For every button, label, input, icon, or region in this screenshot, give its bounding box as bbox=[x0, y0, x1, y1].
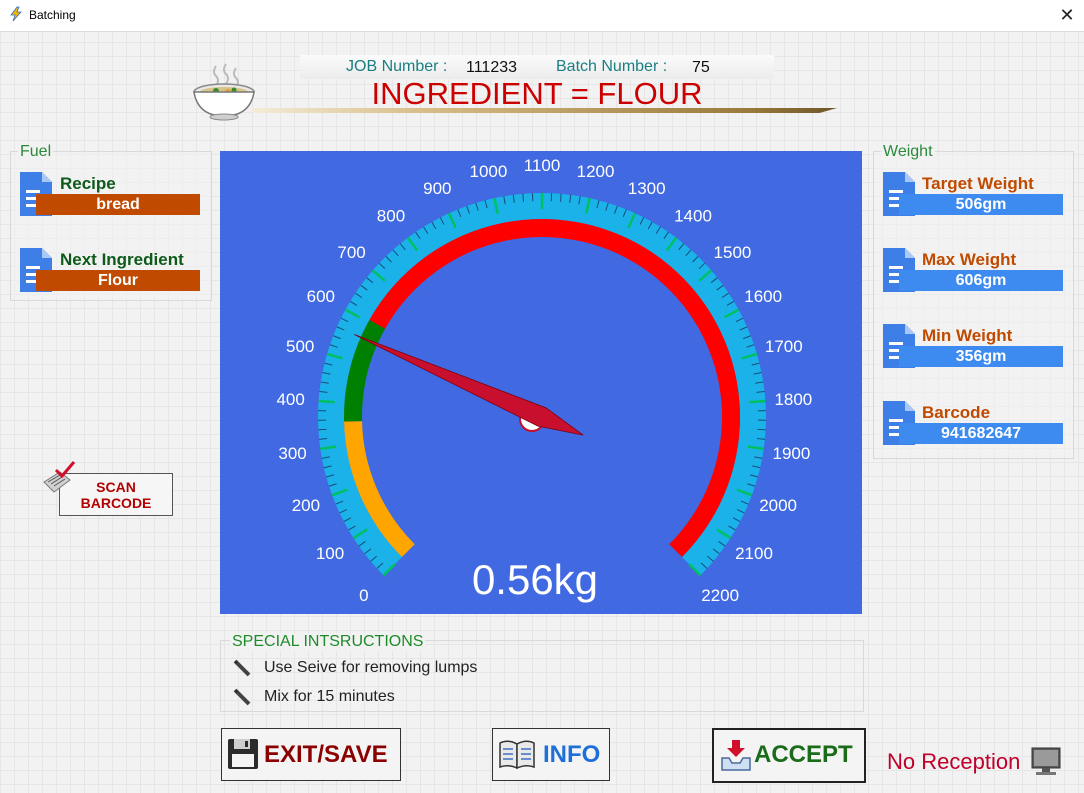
ingredient-title: INGREDIENT = FLOUR bbox=[371, 76, 703, 111]
gauge-major-tick bbox=[749, 399, 766, 404]
gauge-tick-label: 0 bbox=[359, 586, 368, 605]
gauge-tick-label: 500 bbox=[286, 337, 314, 356]
pencil-icon bbox=[233, 688, 251, 706]
gauge-minor-tick bbox=[559, 193, 562, 202]
gauge-tick-label: 1300 bbox=[628, 179, 666, 198]
gauge-tick-label: 1700 bbox=[765, 337, 803, 356]
job-number-label: JOB Number : bbox=[346, 58, 448, 75]
accept-button[interactable]: ACCEPT bbox=[712, 728, 866, 783]
next-ingredient-value: Flour bbox=[36, 270, 200, 291]
gauge-tick-label: 2200 bbox=[701, 586, 739, 605]
gauge-tick-label: 2000 bbox=[759, 496, 797, 515]
exit-save-label: EXIT/SAVE bbox=[264, 741, 388, 768]
reception-status: No Reception bbox=[887, 749, 1021, 774]
batch-number-label: Batch Number : bbox=[556, 58, 668, 75]
exit-save-button[interactable]: EXIT/SAVE bbox=[221, 728, 401, 781]
weight-group-title: Weight bbox=[881, 143, 935, 161]
floppy-disk-icon bbox=[228, 739, 258, 769]
min-weight-value: 356gm bbox=[899, 346, 1063, 367]
batch-number-value: 75 bbox=[692, 59, 710, 76]
gauge-tick-label: 800 bbox=[377, 206, 405, 225]
gauge-tick-label: 700 bbox=[337, 243, 365, 262]
fuel-group-title: Fuel bbox=[18, 143, 54, 161]
gauge-tick-label: 1000 bbox=[470, 162, 508, 181]
target-weight-value: 506gm bbox=[899, 194, 1063, 215]
gauge-tick-label: 1200 bbox=[577, 162, 615, 181]
gauge-tick-label: 2100 bbox=[735, 544, 773, 563]
inbox-tray-icon bbox=[721, 740, 751, 771]
max-weight-label: Max Weight bbox=[922, 250, 1017, 269]
gauge-needle bbox=[354, 334, 584, 436]
close-button[interactable]: ✕ bbox=[1052, 2, 1082, 28]
instruction-item: Use Seive for removing lumps bbox=[264, 659, 478, 676]
gauge-tick-label: 900 bbox=[423, 179, 451, 198]
gauge-tick-label: 200 bbox=[292, 496, 320, 515]
barcode-value: 941682647 bbox=[899, 423, 1063, 444]
instructions-title: SPECIAL INTSRUCTIONS bbox=[230, 633, 426, 651]
next-ingredient-label: Next Ingredient bbox=[60, 250, 184, 269]
open-book-icon bbox=[499, 740, 535, 770]
title-bar bbox=[0, 0, 1084, 32]
gauge-tick-label: 1800 bbox=[774, 390, 812, 409]
min-weight-label: Min Weight bbox=[922, 326, 1013, 345]
weight-gauge: 0 100 200 300 400 500 600 700 800 900 1000 1100 1200… bbox=[276, 156, 812, 605]
gauge-tick-label: 1500 bbox=[714, 243, 752, 262]
gauge-tick-label: 600 bbox=[307, 287, 335, 306]
gauge-tick-label: 1600 bbox=[744, 287, 782, 306]
barcode-label: Barcode bbox=[922, 403, 991, 422]
gauge-minor-tick bbox=[522, 193, 525, 202]
target-weight-label: Target Weight bbox=[922, 174, 1034, 193]
info-label: INFO bbox=[543, 741, 601, 768]
gauge-major-tick bbox=[318, 399, 335, 404]
soup-bowl-icon bbox=[193, 63, 255, 121]
gauge-tick-label: 100 bbox=[316, 544, 344, 563]
job-number-value: 111233 bbox=[466, 59, 518, 76]
max-weight-value: 606gm bbox=[899, 270, 1063, 291]
recipe-value: bread bbox=[36, 194, 200, 215]
barcode-scan-icon bbox=[43, 461, 76, 493]
gauge-tick-label: 1900 bbox=[773, 444, 811, 463]
monitor-icon bbox=[1031, 747, 1061, 775]
gauge-tick-label: 300 bbox=[278, 444, 306, 463]
gauge-readout: 0.56kg bbox=[472, 556, 598, 603]
header-underline bbox=[252, 108, 837, 113]
app-lightning-icon bbox=[10, 6, 22, 22]
window-title: Batching bbox=[29, 8, 76, 22]
info-button[interactable]: INFO bbox=[492, 728, 610, 781]
instruction-item: Mix for 15 minutes bbox=[264, 688, 395, 705]
accept-label: ACCEPT bbox=[754, 741, 853, 768]
gauge-tick-label: 1100 bbox=[524, 156, 561, 175]
gauge-tick-label: 1400 bbox=[674, 206, 712, 225]
gauge-tick-label: 400 bbox=[276, 390, 304, 409]
recipe-label: Recipe bbox=[60, 174, 116, 193]
pencil-icon bbox=[233, 659, 251, 677]
